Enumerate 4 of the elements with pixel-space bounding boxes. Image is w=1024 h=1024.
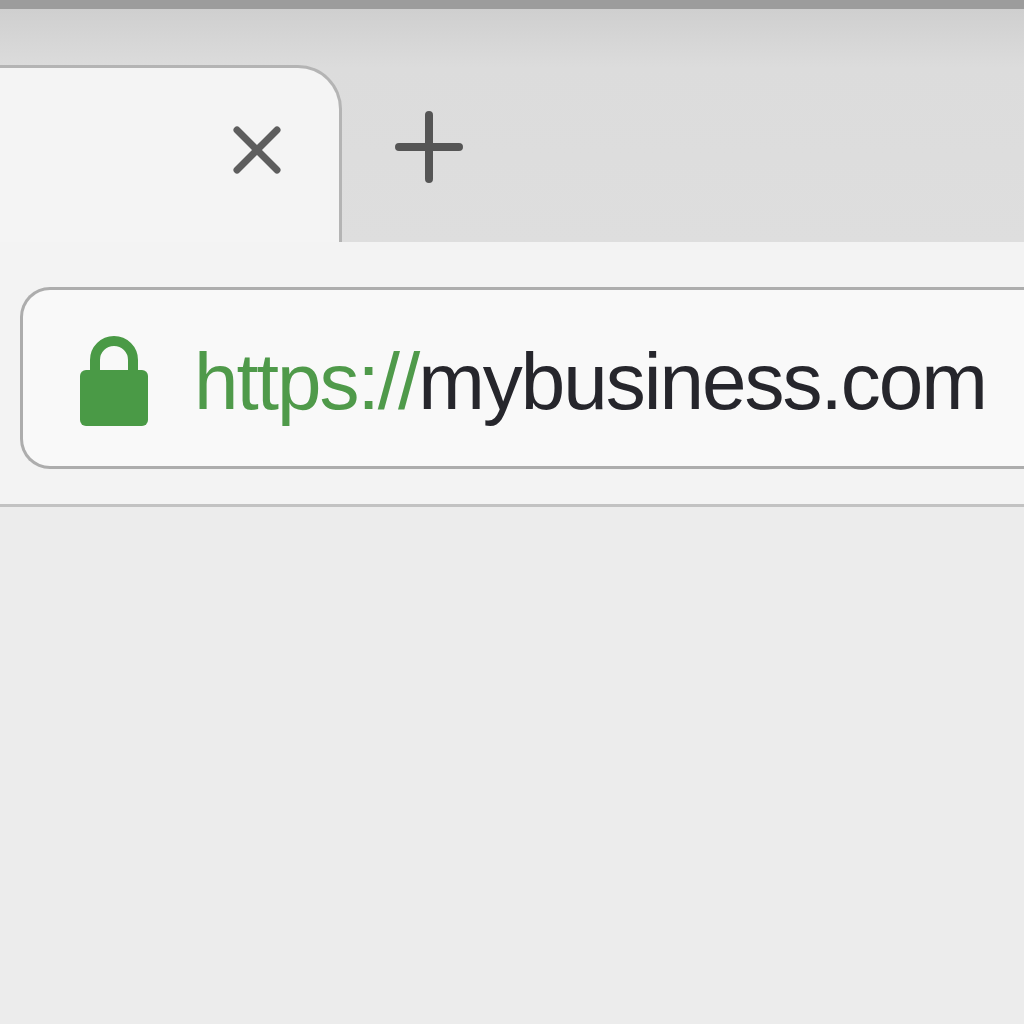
- plus-icon: [395, 111, 463, 183]
- close-icon[interactable]: [233, 126, 281, 174]
- address-bar[interactable]: https://mybusiness.com: [20, 287, 1024, 469]
- new-tab-button[interactable]: [395, 111, 463, 183]
